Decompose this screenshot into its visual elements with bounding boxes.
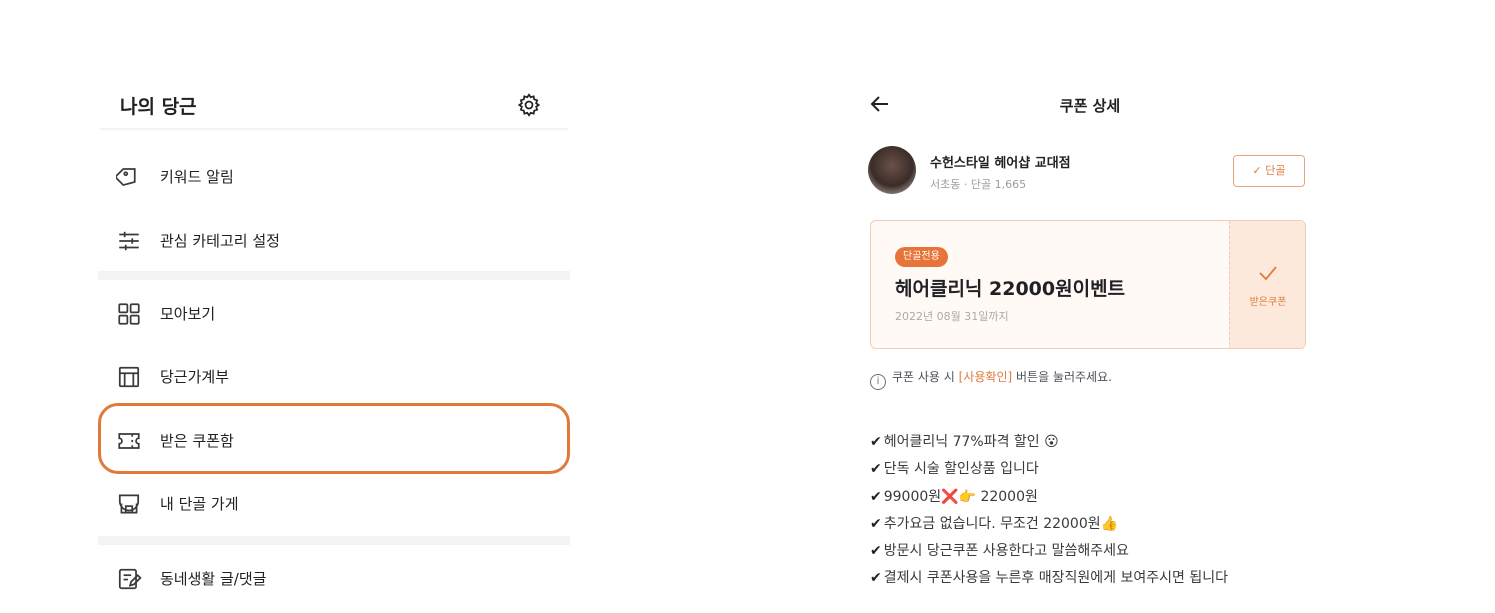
menu-label: 내 단골 가게	[160, 495, 239, 513]
gear-icon[interactable]	[516, 92, 542, 118]
grid-icon	[118, 303, 140, 325]
checkmark-icon: ✔	[870, 434, 882, 450]
description-line: ✔ 99000원❌👉 22000원	[870, 488, 1038, 505]
menu-label: 관심 카테고리 설정	[160, 232, 280, 250]
section-divider	[98, 271, 570, 280]
menu-item-category-settings[interactable]: 관심 카테고리 설정	[98, 215, 570, 267]
coupon-badge: 단골전용	[895, 247, 948, 267]
page-title: 쿠폰 상세	[1059, 97, 1121, 115]
menu-item-community-posts[interactable]: 동네생활 글/댓글	[98, 553, 570, 605]
shop-meta: 서초동 · 단골 1,665	[930, 178, 1027, 191]
checkmark-icon: ✔	[870, 570, 882, 587]
menu-label: 당근가계부	[160, 368, 230, 386]
checkmark-icon: ✔	[870, 515, 882, 532]
shop-avatar[interactable]	[868, 146, 916, 194]
store-icon	[118, 494, 140, 514]
menu-label: 키워드 알림	[160, 168, 234, 186]
description-line: ✔ 헤어클리닉 77%파격 할인 😮	[870, 434, 1059, 450]
menu-item-keyword-alert[interactable]: 키워드 알림	[98, 151, 570, 203]
description-line: ✔ 단독 시술 할인상품 입니다	[870, 461, 1039, 478]
notice-text: 쿠폰 사용 시	[892, 370, 959, 384]
description-line: ✔ 추가요금 없습니다. 무조건 22000원👍	[870, 515, 1119, 532]
menu-label: 모아보기	[160, 305, 216, 323]
tag-icon	[116, 168, 136, 187]
coupon-title: 헤어클리닉 22000원이벤트	[895, 278, 1126, 300]
notice-accent: [사용확인]	[958, 370, 1013, 384]
coupon-card[interactable]: 단골전용 헤어클리닉 22000원이벤트 2022년 08월 31일까지 받은쿠…	[870, 220, 1306, 349]
sliders-icon	[119, 231, 139, 251]
menu-item-ledger[interactable]: 당근가계부	[98, 351, 570, 403]
menu-label: 동네생활 글/댓글	[160, 570, 267, 588]
coupon-expiry: 2022년 08월 31일까지	[895, 310, 1009, 323]
highlight-outline	[98, 403, 570, 474]
coupon-status-label: 받은쿠폰	[1249, 297, 1287, 308]
description-line: ✔ 방문시 당근쿠폰 사용한다고 말씀해주세요	[870, 543, 1129, 560]
checkmark-icon: ✔	[870, 461, 882, 478]
checkmark-icon: ✔	[870, 543, 882, 560]
usage-notice: i 쿠폰 사용 시 [사용확인] 버튼을 눌러주세요.	[870, 368, 1112, 390]
check-icon	[1259, 266, 1277, 281]
ledger-icon	[118, 366, 140, 388]
coupon-description: ✔ 헤어클리닉 77%파격 할인 😮 ✔ 단독 시술 할인상품 입니다 ✔ 99000…	[870, 429, 1320, 593]
info-icon: i	[870, 374, 886, 390]
coupon-detail-panel: 쿠폰 상세 수헌스타일 헤어샵 교대점 서초동 · 단골 1,665 ✓ 단골 …	[860, 78, 1320, 613]
menu-item-favorite-stores[interactable]: 내 단골 가게	[98, 478, 570, 530]
edit-note-icon	[118, 568, 142, 590]
coupon-status-stub: 받은쿠폰	[1229, 221, 1305, 348]
description-line: ✔ 결제시 쿠폰사용을 누른후 매장직원에게 보여주시면 됩니다	[870, 570, 1228, 587]
notice-text: 버튼을 눌러주세요.	[1012, 370, 1112, 384]
page-title: 나의 당근	[120, 96, 197, 118]
shop-name[interactable]: 수헌스타일 헤어샵 교대점	[930, 152, 1071, 171]
my-carrot-panel: 나의 당근 키워드 알림 관심 카테고리 설정 모아보기 당근가계부 받은 쿠폰…	[98, 78, 570, 613]
menu-item-collection[interactable]: 모아보기	[98, 288, 570, 340]
section-divider	[98, 536, 570, 545]
checkmark-icon: ✔	[870, 488, 882, 505]
header: 나의 당근	[100, 78, 568, 130]
regular-customer-button[interactable]: ✓ 단골	[1233, 155, 1305, 187]
